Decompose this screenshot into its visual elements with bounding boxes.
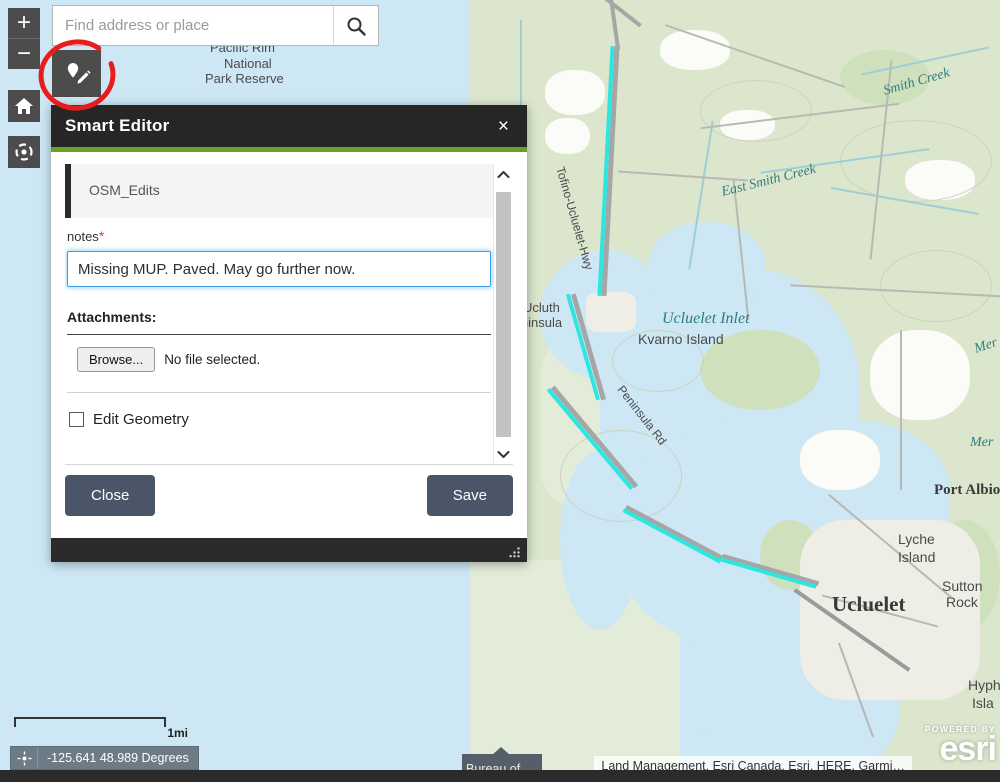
form-area: OSM_Edits notes* Attachments: Browse... … [65, 164, 493, 464]
save-button[interactable]: Save [426, 475, 513, 516]
esri-logo: POWERED BY esri [925, 724, 998, 768]
search-icon [347, 17, 366, 36]
required-indicator: * [98, 228, 105, 244]
dialog-titlebar[interactable]: Smart Editor × [51, 105, 527, 147]
browse-button[interactable]: Browse... [77, 347, 156, 372]
dialog-title: Smart Editor [65, 116, 170, 135]
smart-editor-tool-button[interactable] [52, 50, 101, 97]
edit-geometry-label: Edit Geometry [93, 411, 189, 428]
coordinate-widget[interactable]: -125.641 48.989 Degrees [10, 746, 199, 770]
minus-icon: − [16, 40, 31, 67]
search-button[interactable] [333, 6, 378, 45]
form-scrollbar[interactable] [493, 164, 513, 464]
map-lake [648, 222, 766, 312]
attachments-divider [67, 334, 491, 335]
zoom-in-button[interactable]: + [8, 8, 40, 39]
close-button[interactable]: Close [65, 475, 156, 516]
map-contour [880, 250, 992, 322]
zoom-out-button[interactable]: − [8, 39, 40, 69]
plus-icon: + [16, 9, 31, 36]
chevron-up-icon [497, 170, 510, 178]
pin-pencil-icon [67, 62, 91, 84]
locate-button[interactable] [8, 136, 40, 168]
map-patch [545, 70, 605, 115]
notes-input[interactable] [67, 251, 491, 287]
map-label: Park Reserve [205, 71, 284, 86]
file-input-row[interactable]: Browse... No file selected. [77, 347, 493, 372]
scale-bar-line [14, 717, 166, 727]
map-patch [840, 50, 930, 105]
edit-geometry-row[interactable]: Edit Geometry [69, 411, 493, 428]
map-patch [800, 430, 880, 490]
search-input[interactable] [53, 6, 333, 45]
resize-grip-icon[interactable] [509, 546, 521, 558]
scroll-down-button[interactable] [494, 444, 513, 464]
map-contour [840, 120, 992, 202]
scrollbar-thumb[interactable] [496, 192, 511, 437]
layer-name: OSM_Edits [89, 182, 160, 198]
no-file-selected-text: No file selected. [164, 352, 261, 367]
search-widget[interactable] [52, 5, 379, 46]
smart-editor-dialog[interactable]: Smart Editor × OSM_Edits notes* Attachme… [51, 105, 527, 562]
dialog-body: OSM_Edits notes* Attachments: Browse... … [51, 152, 527, 465]
map-contour [700, 80, 812, 142]
map-stream [520, 20, 522, 110]
notes-field: notes* [65, 218, 493, 287]
home-icon [15, 98, 33, 114]
edit-geometry-checkbox[interactable] [69, 412, 84, 427]
map-contour [612, 330, 704, 392]
map-label: National [224, 56, 272, 71]
home-extent-button[interactable] [8, 90, 40, 122]
coordinate-crosshair-icon [11, 747, 38, 769]
map-patch [700, 330, 820, 410]
attachments-label: Attachments: [67, 309, 157, 325]
dialog-footer [51, 538, 527, 562]
dialog-actions: Close Save [51, 465, 527, 538]
notes-label: notes [67, 229, 99, 244]
zoom-controls[interactable]: + − [8, 8, 40, 69]
scale-bar: 1mi [14, 717, 188, 740]
close-icon[interactable]: × [494, 115, 513, 138]
coordinate-text: -125.641 48.989 Degrees [47, 751, 189, 765]
notes-label-row: notes* [67, 228, 491, 244]
bottom-bar [0, 770, 1000, 782]
map-urban-area [586, 292, 636, 332]
map-patch [545, 118, 590, 154]
layer-header[interactable]: OSM_Edits [65, 164, 493, 218]
scale-bar-label: 1mi [167, 726, 188, 740]
form-scroll-container: OSM_Edits notes* Attachments: Browse... … [65, 164, 513, 465]
scroll-up-button[interactable] [494, 164, 513, 184]
esri-wordmark: esri [939, 730, 998, 768]
map-patch [870, 330, 970, 420]
locate-crosshair-icon [15, 143, 33, 161]
chevron-down-icon [497, 450, 510, 458]
scrollbar-track[interactable] [496, 184, 511, 444]
map-road [900, 330, 902, 490]
geometry-divider [67, 392, 491, 393]
